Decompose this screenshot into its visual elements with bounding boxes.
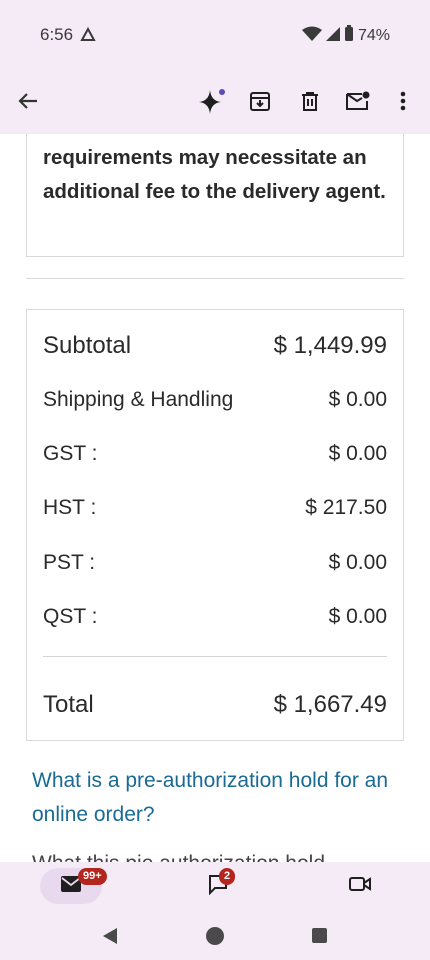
notice-box: requirements may necessitate an addition…	[26, 134, 404, 257]
qst-value: $ 0.00	[328, 605, 387, 628]
divider	[26, 278, 404, 279]
nav-chat[interactable]: 2	[200, 868, 236, 904]
gemini-sparkle-icon[interactable]	[197, 86, 227, 116]
archive-icon[interactable]	[245, 86, 275, 116]
qst-row: QST : $ 0.00	[43, 605, 387, 629]
pst-value: $ 0.00	[328, 551, 387, 574]
status-time: 6:56	[40, 25, 74, 44]
battery-percent: 74%	[357, 27, 390, 44]
total-label: Total	[43, 691, 94, 718]
battery-icon	[344, 25, 354, 47]
mail-badge: 99+	[78, 868, 107, 885]
hst-value: $ 217.50	[305, 496, 387, 519]
trash-icon[interactable]	[295, 86, 325, 116]
shipping-row: Shipping & Handling $ 0.00	[43, 388, 387, 412]
shipping-label: Shipping & Handling	[43, 388, 234, 411]
status-bar: 6:56 74%	[0, 0, 430, 68]
back-triangle-icon[interactable]	[101, 927, 119, 950]
nav-meet[interactable]	[342, 868, 378, 904]
gst-value: $ 0.00	[328, 442, 387, 465]
order-totals-table: Subtotal $ 1,449.99 Shipping & Handling …	[26, 309, 404, 741]
signal-icon	[325, 26, 340, 47]
pst-label: PST :	[43, 551, 96, 574]
cut-off-text: What this pie authorization hold	[32, 852, 325, 862]
hst-label: HST :	[43, 496, 97, 519]
chat-badge: 2	[219, 868, 236, 885]
status-right: 74%	[301, 25, 390, 47]
video-camera-icon	[348, 875, 372, 898]
qst-label: QST :	[43, 605, 98, 628]
gst-label: GST :	[43, 442, 98, 465]
total-row: Total $ 1,667.49	[43, 691, 387, 719]
subtotal-row: Subtotal $ 1,449.99	[43, 332, 387, 360]
recents-square-icon[interactable]	[311, 927, 328, 949]
email-toolbar	[0, 68, 430, 134]
subtotal-value: $ 1,449.99	[273, 332, 387, 359]
totals-divider	[43, 656, 387, 657]
shipping-value: $ 0.00	[328, 388, 387, 411]
subtotal-label: Subtotal	[43, 332, 132, 359]
email-body[interactable]: requirements may necessitate an addition…	[0, 134, 430, 862]
bottom-nav: 99+ 2	[0, 862, 430, 912]
home-status-icon	[80, 26, 96, 47]
wifi-icon	[301, 26, 322, 47]
pst-row: PST : $ 0.00	[43, 551, 387, 575]
notice-text: requirements may necessitate an addition…	[43, 146, 386, 203]
arrow-left-icon[interactable]	[13, 86, 43, 116]
hst-row: HST : $ 217.50	[43, 496, 387, 520]
home-circle-icon[interactable]	[205, 926, 225, 951]
gst-row: GST : $ 0.00	[43, 442, 387, 466]
more-vert-icon[interactable]	[388, 86, 418, 116]
mark-unread-icon[interactable]	[343, 86, 373, 116]
total-value: $ 1,667.49	[273, 691, 387, 718]
system-navigation	[0, 912, 430, 960]
nav-mail[interactable]: 99+	[40, 868, 107, 904]
preauth-hold-link[interactable]: What is a pre-authorization hold for an …	[32, 764, 402, 832]
